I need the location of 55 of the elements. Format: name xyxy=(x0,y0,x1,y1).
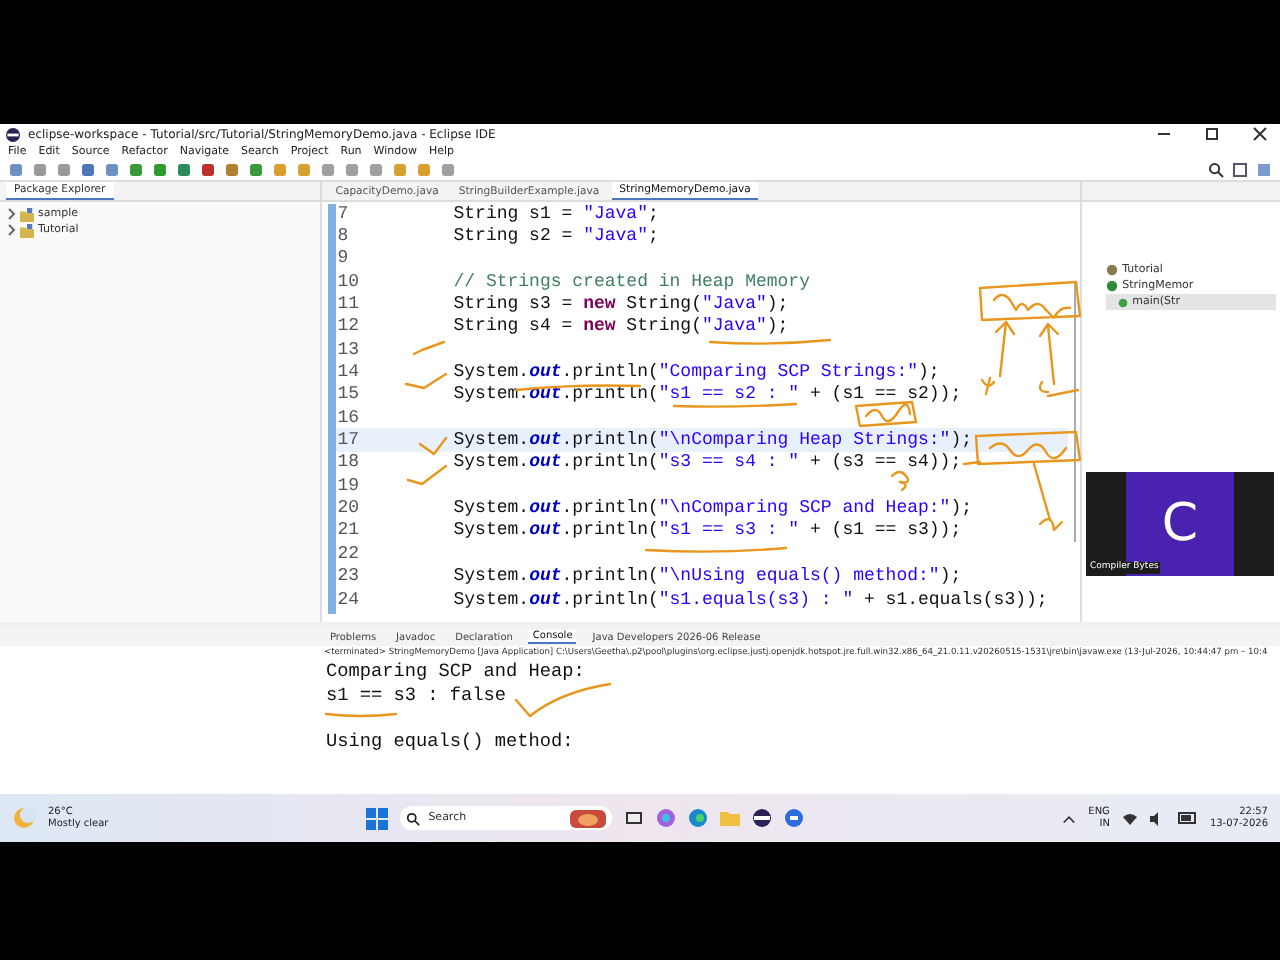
code-line: System.out.println("s1 == s3 : " + (s1 == s3)); xyxy=(453,520,962,541)
line-number: 19 xyxy=(335,475,362,496)
code-line: String s3 = new String("Java"); xyxy=(453,294,789,315)
close-icon[interactable] xyxy=(1252,126,1268,142)
eclipse-app-icon[interactable] xyxy=(752,808,773,828)
line-number: 8 xyxy=(335,226,351,247)
code-line: String s4 = new String("Java"); xyxy=(453,316,789,337)
copilot-icon[interactable] xyxy=(656,808,677,828)
method-icon xyxy=(1118,297,1129,307)
battery-icon[interactable] xyxy=(1177,812,1198,824)
perspective-icon[interactable] xyxy=(1232,162,1248,178)
line-number: 12 xyxy=(335,316,362,337)
search-icon xyxy=(406,811,421,825)
code-line: System.out.println("s1.equals(s3) : " + s1.equals(s3)); xyxy=(453,589,1048,610)
line-number: 22 xyxy=(335,543,362,564)
line-number: 13 xyxy=(335,339,362,360)
zoom-app-icon[interactable] xyxy=(784,808,805,828)
code-line: System.out.println("\nUsing equals() method:"); xyxy=(453,566,962,587)
line-number: 21 xyxy=(335,520,362,541)
outline-node-icon xyxy=(1106,280,1119,292)
line-number: 17 xyxy=(335,430,362,451)
windows-start-icon[interactable] xyxy=(366,807,389,829)
line-number: 20 xyxy=(335,498,362,519)
code-line: String s2 = "Java"; xyxy=(453,226,659,247)
line-number: 18 xyxy=(335,452,362,473)
line-number: 7 xyxy=(335,203,351,224)
code-line: System.out.println("\nComparing Heap Strings:"); xyxy=(453,430,973,451)
line-number: 24 xyxy=(335,589,362,610)
line-number: 16 xyxy=(335,407,362,428)
console-output-line: Comparing SCP and Heap: xyxy=(326,660,585,683)
line-number: 11 xyxy=(335,294,362,315)
edge-browser-icon[interactable] xyxy=(688,808,709,828)
expand-chevron-icon[interactable] xyxy=(6,208,16,220)
maximize-icon[interactable] xyxy=(1204,126,1220,142)
outline-node-icon xyxy=(1106,264,1119,276)
code-line: System.out.println("s3 == s4 : " + (s3 == s4)); xyxy=(453,452,962,473)
expand-chevron-icon[interactable] xyxy=(6,224,16,236)
line-number: 9 xyxy=(335,248,351,269)
java-perspective-icon[interactable] xyxy=(1256,162,1272,178)
line-number: 23 xyxy=(335,566,362,587)
chevron-up-icon[interactable] xyxy=(1062,811,1077,825)
task-view-icon[interactable] xyxy=(624,808,645,828)
wifi-icon[interactable] xyxy=(1121,811,1138,825)
line-number: 15 xyxy=(335,384,362,405)
code-line: System.out.println("s1 == s2 : " + (s1 == s2)); xyxy=(453,384,962,405)
code-line: System.out.println("\nComparing SCP and Heap:"); xyxy=(453,498,973,519)
search-icon[interactable] xyxy=(1208,162,1224,178)
code-line: System.out.println("Comparing SCP Strings:"); xyxy=(453,362,940,383)
line-number: 14 xyxy=(335,362,362,383)
line-number: 10 xyxy=(335,271,362,292)
console-output-line: s1 == s3 : false xyxy=(326,683,507,706)
search-highlight-icon xyxy=(570,809,607,827)
code-line: // Strings created in Heap Memory xyxy=(453,271,810,292)
code-line: String s1 = "Java"; xyxy=(453,203,659,224)
console-output-line: Using equals() method: xyxy=(326,729,574,752)
